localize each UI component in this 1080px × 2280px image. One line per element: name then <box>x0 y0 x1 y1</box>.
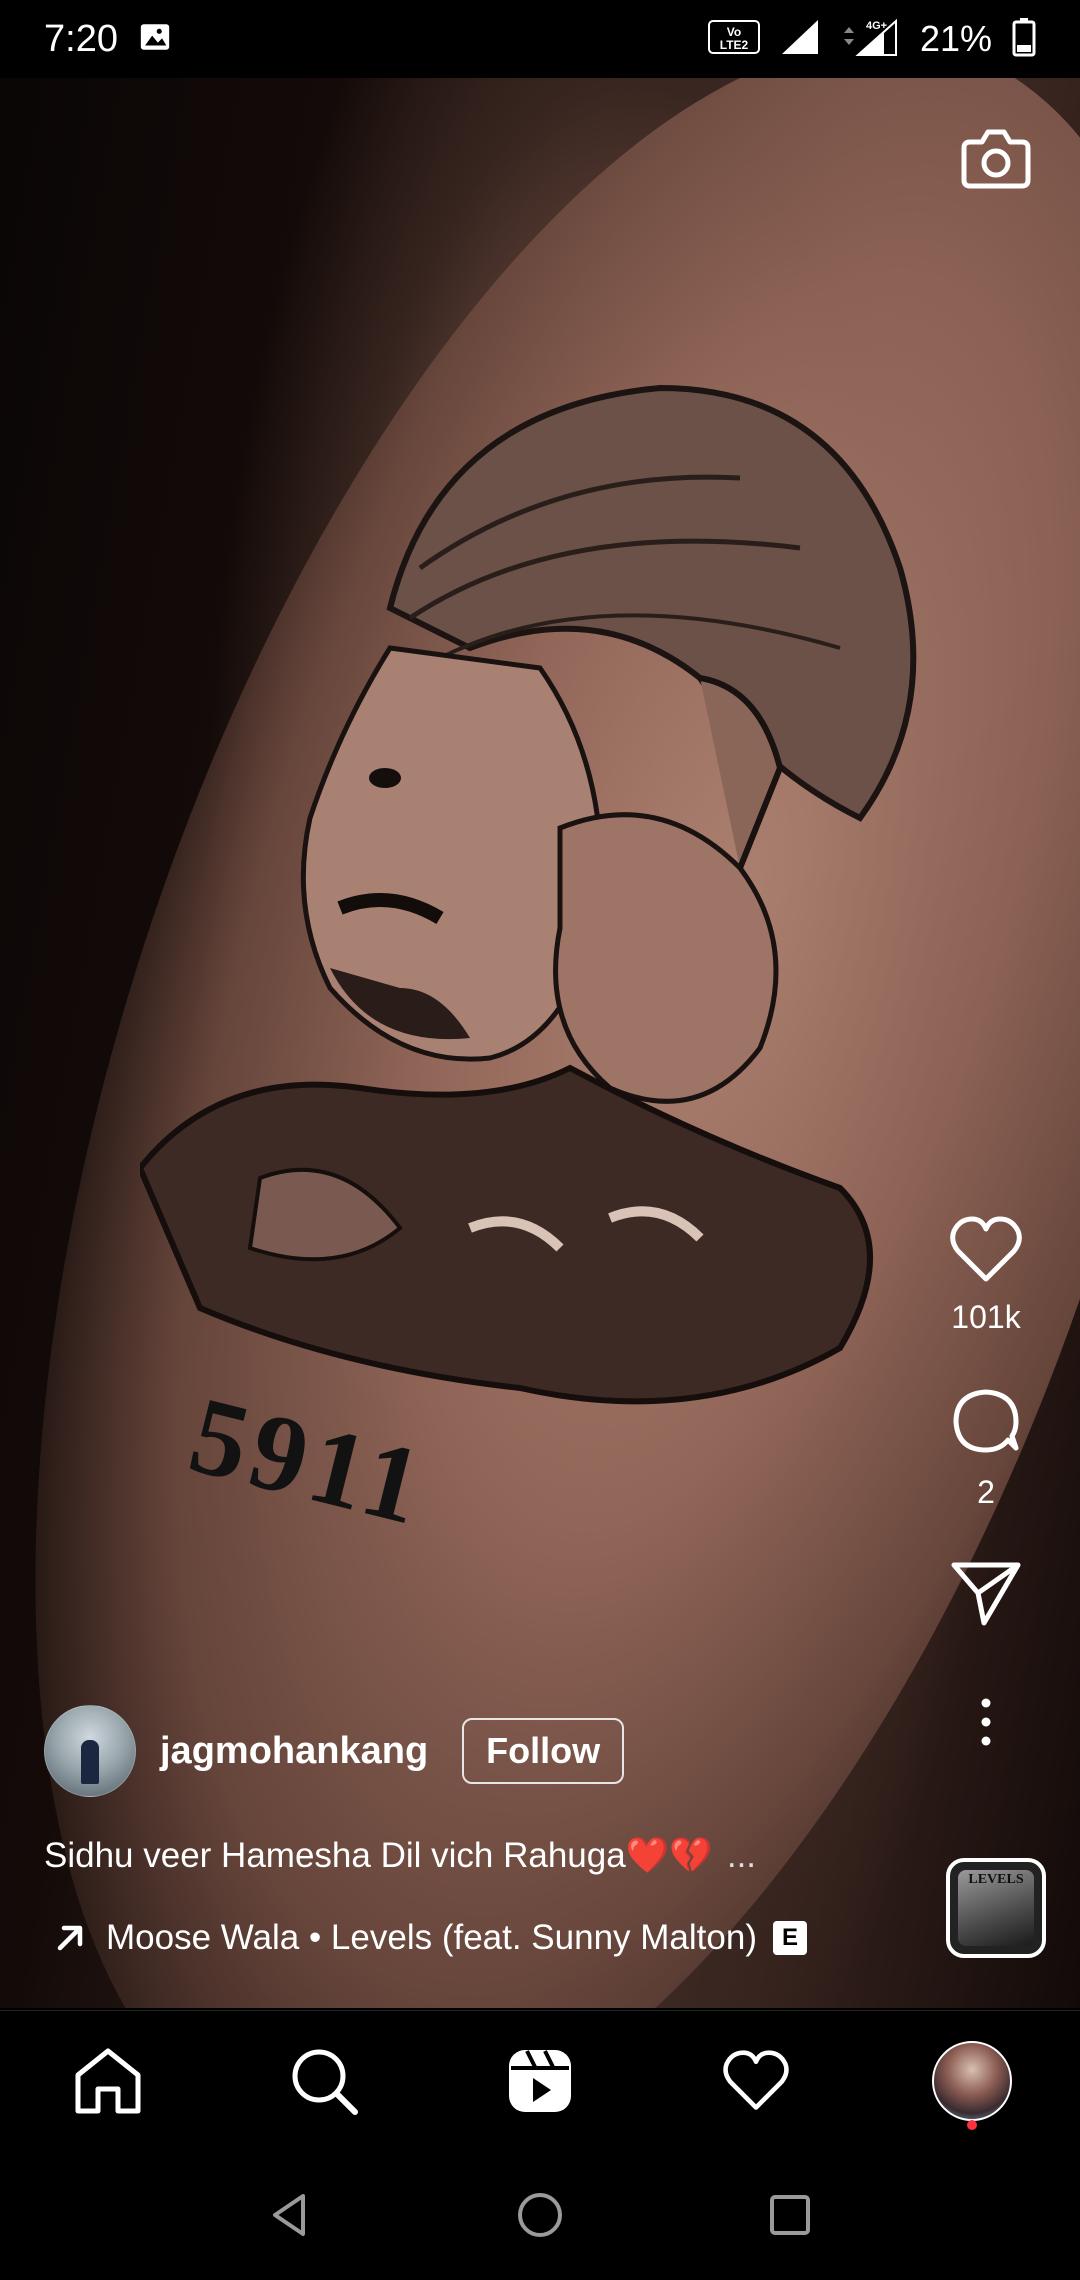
avatar <box>932 2041 1012 2121</box>
caption-text: Sidhu veer Hamesha Dil vich Rahuga❤️💔 <box>44 1836 713 1875</box>
volte-icon: Vo LTE2 <box>707 19 760 59</box>
post-caption[interactable]: Sidhu veer Hamesha Dil vich Rahuga❤️💔... <box>44 1835 756 1876</box>
author-username[interactable]: jagmohankang <box>160 1730 428 1773</box>
share-button[interactable] <box>950 1559 1022 1627</box>
like-count: 101k <box>951 1299 1021 1335</box>
audio-label: Moose Wala • Levels (feat. Sunny Malton) <box>106 1918 757 1957</box>
heart-icon <box>950 1216 1022 1282</box>
signal-icon <box>780 18 820 61</box>
status-left: 7:20 <box>44 18 172 61</box>
bottom-navigation <box>0 2010 1080 2151</box>
home-circle-icon[interactable] <box>515 2190 565 2240</box>
battery-icon <box>1012 17 1036 62</box>
heart-icon <box>723 2050 789 2110</box>
caption-more[interactable]: ... <box>727 1836 756 1875</box>
status-time: 7:20 <box>44 17 118 60</box>
svg-text:LTE2: LTE2 <box>720 38 749 52</box>
camera-button[interactable] <box>956 118 1036 198</box>
author-avatar[interactable] <box>44 1705 136 1797</box>
nav-home[interactable] <box>53 2026 163 2136</box>
reels-icon <box>509 2050 571 2112</box>
status-bar: 7:20 Vo LTE2 4G+ 21% <box>0 0 1080 78</box>
system-navigation-bar <box>0 2150 1080 2280</box>
nav-profile[interactable] <box>917 2026 1027 2136</box>
search-icon <box>292 2049 358 2115</box>
svg-text:4G+: 4G+ <box>866 20 887 32</box>
back-icon[interactable] <box>265 2190 315 2240</box>
reels-screen: 7:20 Vo LTE2 4G+ 21% 5911 101k 2 jagmoha… <box>0 0 1080 2280</box>
recents-icon[interactable] <box>765 2190 815 2240</box>
more-options-button[interactable] <box>976 1697 996 1747</box>
svg-text:Vo: Vo <box>727 25 741 39</box>
signal-4g-icon: 4G+ <box>840 17 900 62</box>
home-icon <box>75 2048 141 2114</box>
nav-reels[interactable] <box>485 2026 595 2136</box>
notification-dot <box>967 2120 977 2130</box>
gallery-notification-icon <box>138 20 172 59</box>
nav-activity[interactable] <box>701 2026 811 2136</box>
audio-thumbnail[interactable]: LEVELS <box>946 1858 1046 1958</box>
comment-button[interactable]: 2 <box>948 1384 1024 1511</box>
paper-plane-icon <box>951 1562 1021 1626</box>
battery-percent: 21% <box>919 18 992 59</box>
nav-search[interactable] <box>269 2026 379 2136</box>
explicit-badge: E <box>772 1921 807 1955</box>
comment-count: 2 <box>977 1474 995 1510</box>
album-art-text: LEVELS <box>968 1872 1024 1887</box>
like-button[interactable]: 101k <box>948 1215 1024 1336</box>
tattoo-portrait-image <box>140 384 917 1405</box>
follow-button[interactable]: Follow <box>462 1718 625 1784</box>
more-vertical-icon <box>981 1698 991 1746</box>
action-rail: 101k 2 <box>926 1215 1046 1747</box>
arrow-up-right-icon <box>57 1925 83 1951</box>
comment-icon <box>953 1389 1019 1453</box>
audio-row[interactable]: Moose Wala • Levels (feat. Sunny Malton)… <box>52 1918 807 1958</box>
author-row: jagmohankang Follow <box>44 1705 625 1797</box>
status-right: Vo LTE2 4G+ 21% <box>707 17 1036 62</box>
camera-icon <box>961 129 1031 189</box>
